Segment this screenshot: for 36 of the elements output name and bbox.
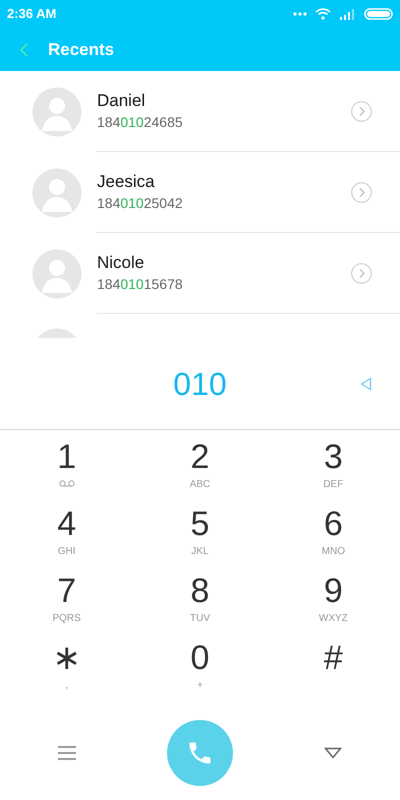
dial-key[interactable]: 0 +: [133, 639, 267, 706]
contact-row[interactable]: Daniel 18401024685: [0, 71, 400, 152]
dial-key[interactable]: 7 PQRS: [0, 572, 134, 639]
battery-icon: [364, 8, 393, 20]
contact-row[interactable]: Jeesica 18401025042: [0, 152, 400, 233]
contact-name: Jeesica: [97, 171, 156, 193]
dial-key[interactable]: 5 JKL: [133, 505, 267, 572]
signal-icon: [340, 8, 354, 20]
dialed-number: 010: [173, 364, 227, 404]
dial-key[interactable]: 2 ABC: [133, 438, 267, 505]
collapse-icon[interactable]: [324, 747, 342, 759]
dial-key[interactable]: ∗ ,: [0, 639, 134, 706]
menu-icon[interactable]: [58, 745, 76, 761]
phone-number: 18401015678: [97, 275, 184, 294]
phone-number: 18401024685: [97, 113, 184, 132]
page-title: Recents: [48, 38, 114, 61]
dial-key[interactable]: 9 WXYZ: [266, 572, 400, 639]
avatar-icon: [32, 86, 82, 136]
phone-number: 18401025042: [97, 194, 184, 213]
voicemail-icon: [58, 480, 75, 487]
dial-key[interactable]: 8 TUV: [133, 572, 267, 639]
dial-key[interactable]: 6 MNO: [266, 505, 400, 572]
contact-name: Nicole: [97, 252, 146, 274]
dial-key[interactable]: 4 GHI: [0, 505, 134, 572]
contact-name: Daniel: [97, 90, 146, 112]
more-dots-icon: [293, 12, 307, 16]
back-icon: [20, 42, 28, 56]
wifi-icon: [315, 8, 331, 20]
contact-row[interactable]: Nicole 18401015678: [0, 233, 400, 314]
dial-key[interactable]: 3 DEF: [266, 438, 400, 505]
backspace-icon: [360, 376, 372, 390]
avatar-icon: [32, 248, 82, 298]
dial-key[interactable]: #: [266, 639, 400, 706]
dial-key[interactable]: 1: [0, 438, 134, 505]
status-time: 2:36 AM: [7, 5, 56, 24]
avatar-icon: [32, 168, 82, 218]
